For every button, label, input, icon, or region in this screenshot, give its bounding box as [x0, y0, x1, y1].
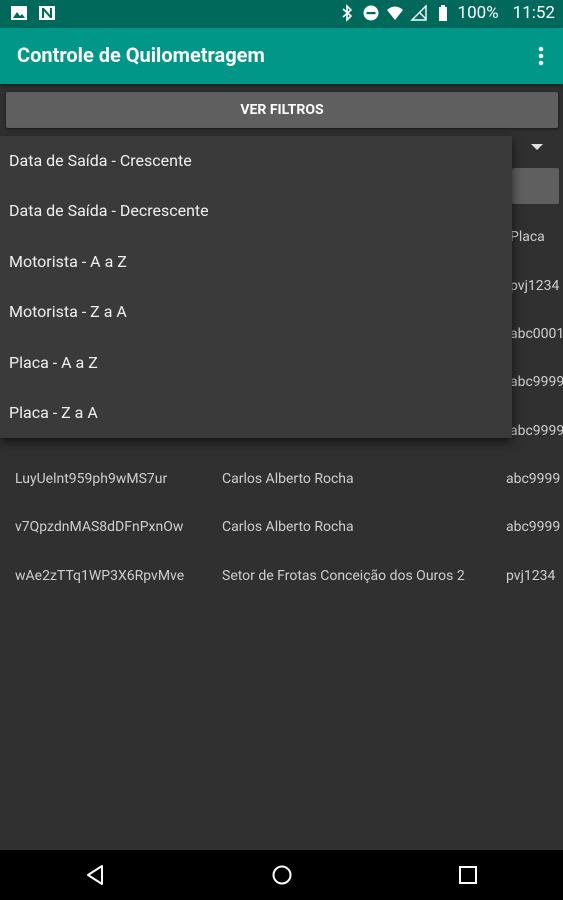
do-not-disturb-icon: [363, 5, 379, 21]
menu-item-date-asc[interactable]: Data de Saída - Crescente: [0, 136, 512, 186]
table-cell-placa: abc9999: [510, 423, 563, 439]
battery-icon: [438, 5, 447, 21]
image-notification-icon: [11, 6, 27, 20]
table-row[interactable]: LuyUelnt959ph9wMS7ur Carlos Alberto Roch…: [0, 471, 563, 511]
table-cell-id: LuyUelnt959ph9wMS7ur: [15, 471, 168, 487]
signal-icon: [409, 4, 427, 21]
table-cell-placa: abc9999: [506, 519, 561, 535]
table-cell-placa: pvj1234: [506, 568, 556, 584]
table-cell-motorista: Setor de Frotas Conceição dos Ouros 2: [222, 568, 465, 584]
table-cell-motorista: Carlos Alberto Rocha: [222, 519, 354, 535]
sort-dropdown-menu: Data de Saída - Crescente Data de Saída …: [0, 136, 512, 438]
table-cell-placa: abc9999: [510, 374, 563, 390]
table-cell-id: v7QpzdnMAS8dDFnPxnOw: [15, 519, 184, 535]
menu-item-label: Motorista - Z a A: [9, 302, 127, 321]
bluetooth-icon: [342, 4, 352, 22]
clock: 11:52: [512, 3, 555, 23]
search-button[interactable]: [512, 168, 559, 204]
recents-icon[interactable]: [457, 864, 479, 886]
menu-item-plate-desc[interactable]: Placa - Z a A: [0, 388, 512, 438]
table-cell-id: wAe2zTTq1WP3X6RpvMve: [15, 568, 185, 584]
menu-item-driver-asc[interactable]: Motorista - A a Z: [0, 237, 512, 287]
table-row[interactable]: wAe2zTTq1WP3X6RpvMve Setor de Frotas Con…: [0, 568, 563, 608]
n-notification-icon: [39, 6, 55, 20]
menu-item-label: Data de Saída - Decrescente: [9, 201, 209, 220]
menu-item-driver-desc[interactable]: Motorista - Z a A: [0, 287, 512, 337]
page-title: Controle de Quilometragem: [17, 43, 265, 67]
menu-item-label: Data de Saída - Crescente: [9, 151, 192, 170]
app-bar: Controle de Quilometragem: [0, 28, 563, 84]
menu-item-date-desc[interactable]: Data de Saída - Decrescente: [0, 186, 512, 236]
table-cell-placa: abc0001: [510, 326, 563, 342]
status-bar: 100% 11:52: [0, 0, 563, 28]
table-cell-placa: abc9999: [506, 471, 561, 487]
menu-item-label: Placa - Z a A: [9, 403, 98, 422]
menu-item-label: Placa - A a Z: [9, 353, 98, 372]
spinner-arrow-icon[interactable]: [530, 142, 544, 152]
table-cell-motorista: Carlos Alberto Rocha: [222, 471, 354, 487]
table-cell-placa: pvj1234: [510, 278, 560, 294]
column-header-placa: Placa: [510, 229, 545, 245]
table-row[interactable]: v7QpzdnMAS8dDFnPxnOw Carlos Alberto Roch…: [0, 519, 563, 559]
wifi-icon: [386, 6, 403, 20]
battery-level: 100%: [457, 3, 499, 23]
navigation-bar: [0, 850, 563, 900]
more-vert-icon[interactable]: [529, 42, 553, 70]
menu-item-label: Motorista - A a Z: [9, 252, 127, 271]
back-icon[interactable]: [85, 864, 107, 886]
menu-item-plate-asc[interactable]: Placa - A a Z: [0, 338, 512, 388]
home-icon[interactable]: [271, 864, 293, 886]
view-filters-button[interactable]: VER FILTROS: [6, 92, 558, 128]
